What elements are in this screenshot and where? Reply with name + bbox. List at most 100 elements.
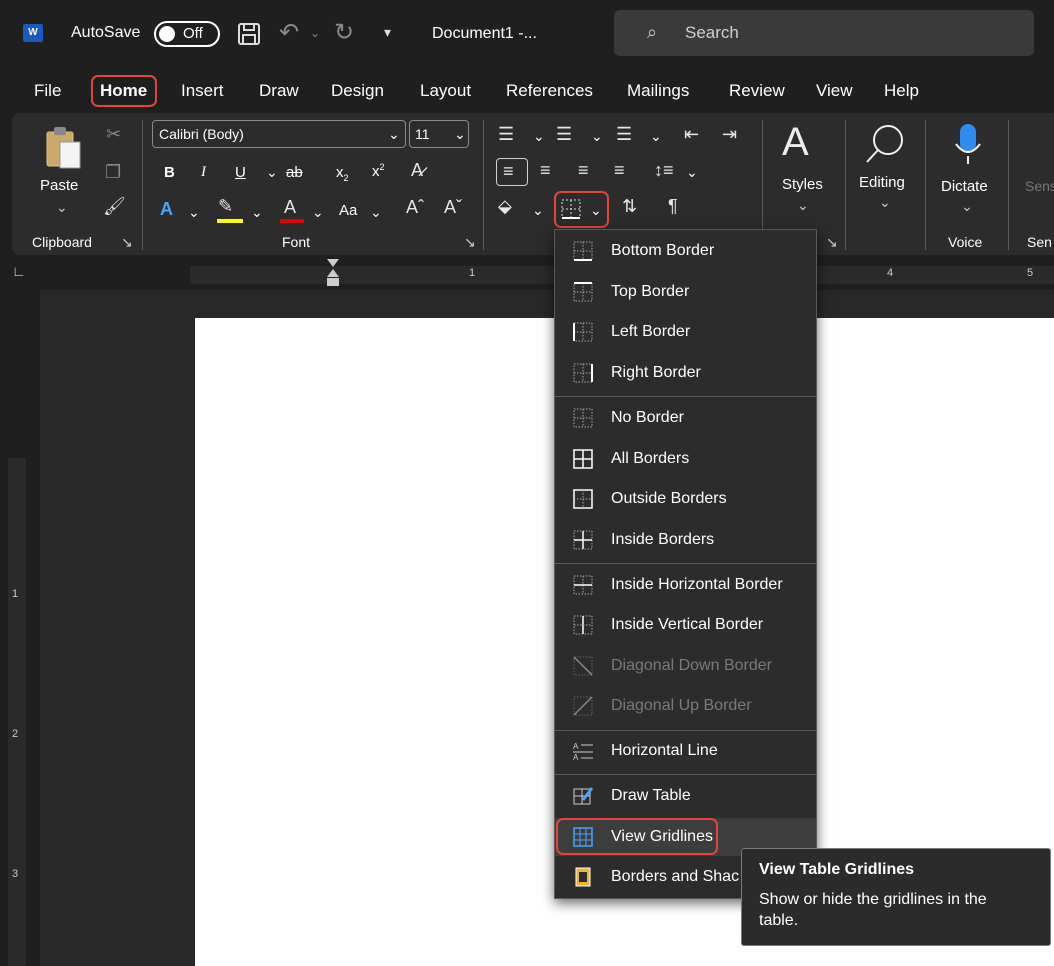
show-marks-icon[interactable]: ¶ [668,196,678,217]
justify-icon[interactable]: ≡ [614,160,625,181]
subscript-icon[interactable]: x2 [336,164,349,183]
editing-label[interactable]: Editing [859,174,905,191]
clear-formatting-icon[interactable]: A̷ [411,160,423,181]
menu-item-right-border[interactable]: Right Border [555,354,816,392]
chevron-down-icon[interactable]: ⌄ [879,194,891,211]
sort-icon[interactable]: ⇅ [622,196,637,217]
menu-item-outside-borders[interactable]: Outside Borders [555,480,816,518]
horizontal-line-icon: AA [573,742,593,761]
menu-item-all-borders[interactable]: All Borders [555,440,816,478]
align-right-icon[interactable]: ≡ [578,160,589,181]
font-size-dropdown[interactable]: 11 ⌄ [409,120,469,148]
undo-icon[interactable]: ↶ [279,18,299,47]
search-box[interactable]: ⌕ Search [614,10,1034,56]
right-border-icon [573,363,593,383]
chevron-down-icon[interactable]: ⌄ [251,204,263,221]
chevron-down-icon[interactable]: ⌄ [312,204,324,221]
multilevel-list-icon[interactable]: ☰ [616,124,632,145]
menu-item-label: Top Border [611,283,690,300]
format-painter-icon[interactable]: 🖌 [103,196,126,217]
autosave-state: Off [183,25,203,42]
clipboard-launcher-icon[interactable]: ↘ [121,234,133,251]
align-left-button[interactable]: ≡ [496,158,528,186]
tooltip-title: View Table Gridlines [759,861,915,878]
customize-toolbar-icon[interactable]: ▾ [384,24,391,41]
bullets-icon[interactable]: ☰ [498,124,514,145]
menu-separator [555,396,816,397]
menu-item-no-border[interactable]: No Border [555,399,816,437]
tab-layout[interactable]: Layout [420,81,471,101]
decrease-indent-icon[interactable]: ⇤ [684,124,699,145]
indent-marker-icon[interactable] [325,257,341,289]
grow-font-icon[interactable]: Aˆ [406,197,424,218]
menu-item-draw-table[interactable]: Draw Table [555,777,816,815]
chevron-down-icon[interactable]: ⌄ [532,202,544,219]
bottom-border-icon [573,241,593,261]
chevron-down-icon[interactable]: ⌄ [370,204,382,221]
paste-label[interactable]: Paste [40,177,78,194]
strikethrough-icon[interactable]: ab [286,164,303,181]
paste-dropdown-icon[interactable]: ⌄ [56,199,68,216]
styles-icon[interactable]: A [782,120,809,165]
cut-icon[interactable]: ✂ [106,124,121,145]
sensitivity-label[interactable]: Sens [1025,178,1054,194]
menu-separator [555,730,816,731]
chevron-down-icon[interactable]: ⌄ [797,197,809,214]
paste-icon[interactable] [44,124,84,170]
menu-item-inside-borders[interactable]: Inside Borders [555,521,816,559]
save-icon[interactable] [237,22,261,46]
italic-icon[interactable]: I [201,164,206,181]
chevron-down-icon[interactable]: ⌄ [266,164,278,181]
menu-item-left-border[interactable]: Left Border [555,313,816,351]
line-spacing-icon[interactable]: ↕≡ [654,160,674,181]
shrink-font-icon[interactable]: Aˇ [444,197,462,218]
underline-icon[interactable]: U [235,164,246,181]
chevron-down-icon[interactable]: ⌄ [188,204,200,221]
menu-item-bottom-border[interactable]: Bottom Border [555,232,816,270]
copy-icon[interactable]: ❐ [105,162,121,183]
tab-draw[interactable]: Draw [259,81,299,101]
text-effects-icon[interactable]: A [160,199,173,220]
tab-insert[interactable]: Insert [181,81,224,101]
superscript-icon[interactable]: x2 [372,162,385,180]
chevron-down-icon[interactable]: ⌄ [591,128,603,145]
paragraph-launcher-icon[interactable]: ↘ [826,234,838,251]
autosave-label: AutoSave [71,24,141,41]
autosave-toggle[interactable]: Off [154,21,220,47]
font-name-dropdown[interactable]: Calibri (Body) ⌄ [152,120,406,148]
redo-icon[interactable]: ↻ [334,18,354,47]
microphone-icon[interactable] [953,122,983,168]
menu-item-inside-horizontal-border[interactable]: Inside Horizontal Border [555,566,816,604]
undo-dropdown-icon[interactable]: ⌄ [310,26,320,40]
change-case-icon[interactable]: Aa [339,202,357,219]
tab-help[interactable]: Help [884,81,919,101]
highlight-color-icon[interactable]: ✎ [218,196,233,217]
chevron-down-icon[interactable]: ⌄ [650,128,662,145]
vertical-ruler[interactable] [8,458,26,966]
tab-references[interactable]: References [506,81,593,101]
chevron-down-icon[interactable]: ⌄ [961,198,973,215]
tab-file[interactable]: File [34,81,61,101]
tab-mailings[interactable]: Mailings [627,81,689,101]
chevron-down-icon[interactable]: ⌄ [533,128,545,145]
dictate-label[interactable]: Dictate [941,178,988,195]
menu-item-top-border[interactable]: Top Border [555,273,816,311]
align-center-icon[interactable]: ≡ [540,160,551,181]
tab-design[interactable]: Design [331,81,384,101]
font-launcher-icon[interactable]: ↘ [464,234,476,251]
numbering-icon[interactable]: ☰ [556,124,572,145]
tab-view[interactable]: View [816,81,853,101]
tab-selector-icon[interactable]: ∟ [12,263,26,279]
bold-icon[interactable]: B [164,164,175,181]
menu-item-horizontal-line[interactable]: AA Horizontal Line [555,732,816,770]
increase-indent-icon[interactable]: ⇥ [722,124,737,145]
styles-label[interactable]: Styles [782,176,823,193]
menu-item-label: Right Border [611,364,701,381]
shading-icon[interactable]: ⬙ [498,196,512,217]
font-color-icon[interactable]: A [284,197,296,218]
tab-review[interactable]: Review [729,81,785,101]
font-group-label: Font [282,234,311,250]
chevron-down-icon[interactable]: ⌄ [686,164,698,181]
editing-search-icon[interactable] [864,122,908,166]
menu-item-inside-vertical-border[interactable]: Inside Vertical Border [555,606,816,644]
